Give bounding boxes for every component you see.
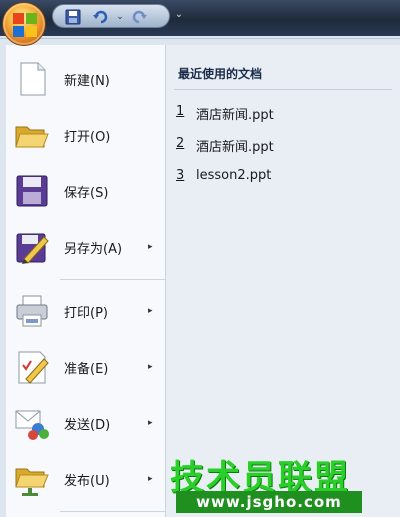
menu-item-label: 新建(N) (64, 74, 110, 89)
menu-item-print[interactable]: 打印(P) ▸ (6, 285, 166, 337)
title-bar: ⌄ ⌄ (0, 0, 400, 36)
menu-item-label: 保存(S) (64, 186, 109, 201)
menu-item-label: 打印(P) (64, 306, 108, 321)
recent-document-number: 2 (176, 136, 185, 151)
menu-item-label: 发布(U) (64, 474, 110, 489)
save-as-icon (14, 229, 50, 265)
office-menu-commands: 新建(N) 打开(O) 保存(S) 另存为(A) ▸ 打印(P) ▸ 准备(E)… (6, 45, 166, 517)
menu-item-label: 发送(D) (64, 418, 111, 433)
publish-folder-icon (14, 461, 50, 497)
recent-document-name: 酒店新闻.ppt (196, 140, 274, 155)
menu-separator (60, 511, 166, 512)
recent-document-item[interactable]: 2 酒店新闻.ppt (176, 133, 386, 155)
menu-item-send[interactable]: 发送(D) ▸ (6, 397, 166, 449)
menu-item-save-as[interactable]: 另存为(A) ▸ (6, 221, 166, 273)
recent-documents-panel: 最近使用的文档 1 酒店新闻.ppt 2 酒店新闻.ppt 3 lesson2.… (166, 45, 400, 517)
menu-item-label: 准备(E) (64, 362, 109, 377)
submenu-arrow-icon: ▸ (148, 474, 153, 484)
office-button[interactable] (2, 2, 46, 46)
menu-item-label: 打开(O) (64, 130, 111, 145)
menu-item-save[interactable]: 保存(S) (6, 165, 166, 217)
menu-separator (60, 279, 166, 280)
recent-document-number: 3 (176, 168, 185, 183)
submenu-arrow-icon: ▸ (148, 418, 153, 428)
prepare-pencil-icon (14, 349, 50, 385)
submenu-arrow-icon: ▸ (148, 306, 153, 316)
undo-icon[interactable] (93, 9, 109, 25)
recent-document-name: lesson2.ppt (196, 168, 272, 183)
office-logo-icon (13, 13, 37, 37)
recent-document-number: 1 (176, 104, 185, 119)
menu-item-label: 另存为(A) (64, 242, 123, 257)
recent-documents-divider (174, 89, 392, 90)
send-icon (14, 405, 50, 441)
save-icon[interactable] (65, 9, 81, 25)
undo-dropdown-arrow[interactable]: ⌄ (115, 9, 125, 25)
open-folder-icon (14, 117, 50, 153)
menu-item-open[interactable]: 打开(O) (6, 109, 166, 161)
redo-icon[interactable] (131, 9, 147, 25)
watermark-url: www.jsgho.com (176, 491, 362, 513)
office-menu: 新建(N) 打开(O) 保存(S) 另存为(A) ▸ 打印(P) ▸ 准备(E)… (0, 38, 400, 517)
new-document-icon (14, 61, 50, 97)
recent-document-name: 酒店新闻.ppt (196, 108, 274, 123)
submenu-arrow-icon: ▸ (148, 362, 153, 372)
watermark-title: 技术员联盟 (170, 458, 350, 498)
quick-access-toolbar: ⌄ (52, 4, 170, 28)
customize-toolbar-icon[interactable]: ⌄ (172, 8, 186, 22)
menu-item-prepare[interactable]: 准备(E) ▸ (6, 341, 166, 393)
printer-icon (14, 293, 50, 329)
menu-item-new[interactable]: 新建(N) (6, 53, 166, 105)
recent-document-item[interactable]: 1 酒店新闻.ppt (176, 101, 386, 123)
menu-item-publish[interactable]: 发布(U) ▸ (6, 453, 166, 505)
recent-documents-title: 最近使用的文档 (178, 67, 263, 81)
submenu-arrow-icon: ▸ (148, 242, 153, 252)
floppy-disk-icon (14, 173, 50, 209)
recent-document-item[interactable]: 3 lesson2.ppt (176, 165, 386, 187)
